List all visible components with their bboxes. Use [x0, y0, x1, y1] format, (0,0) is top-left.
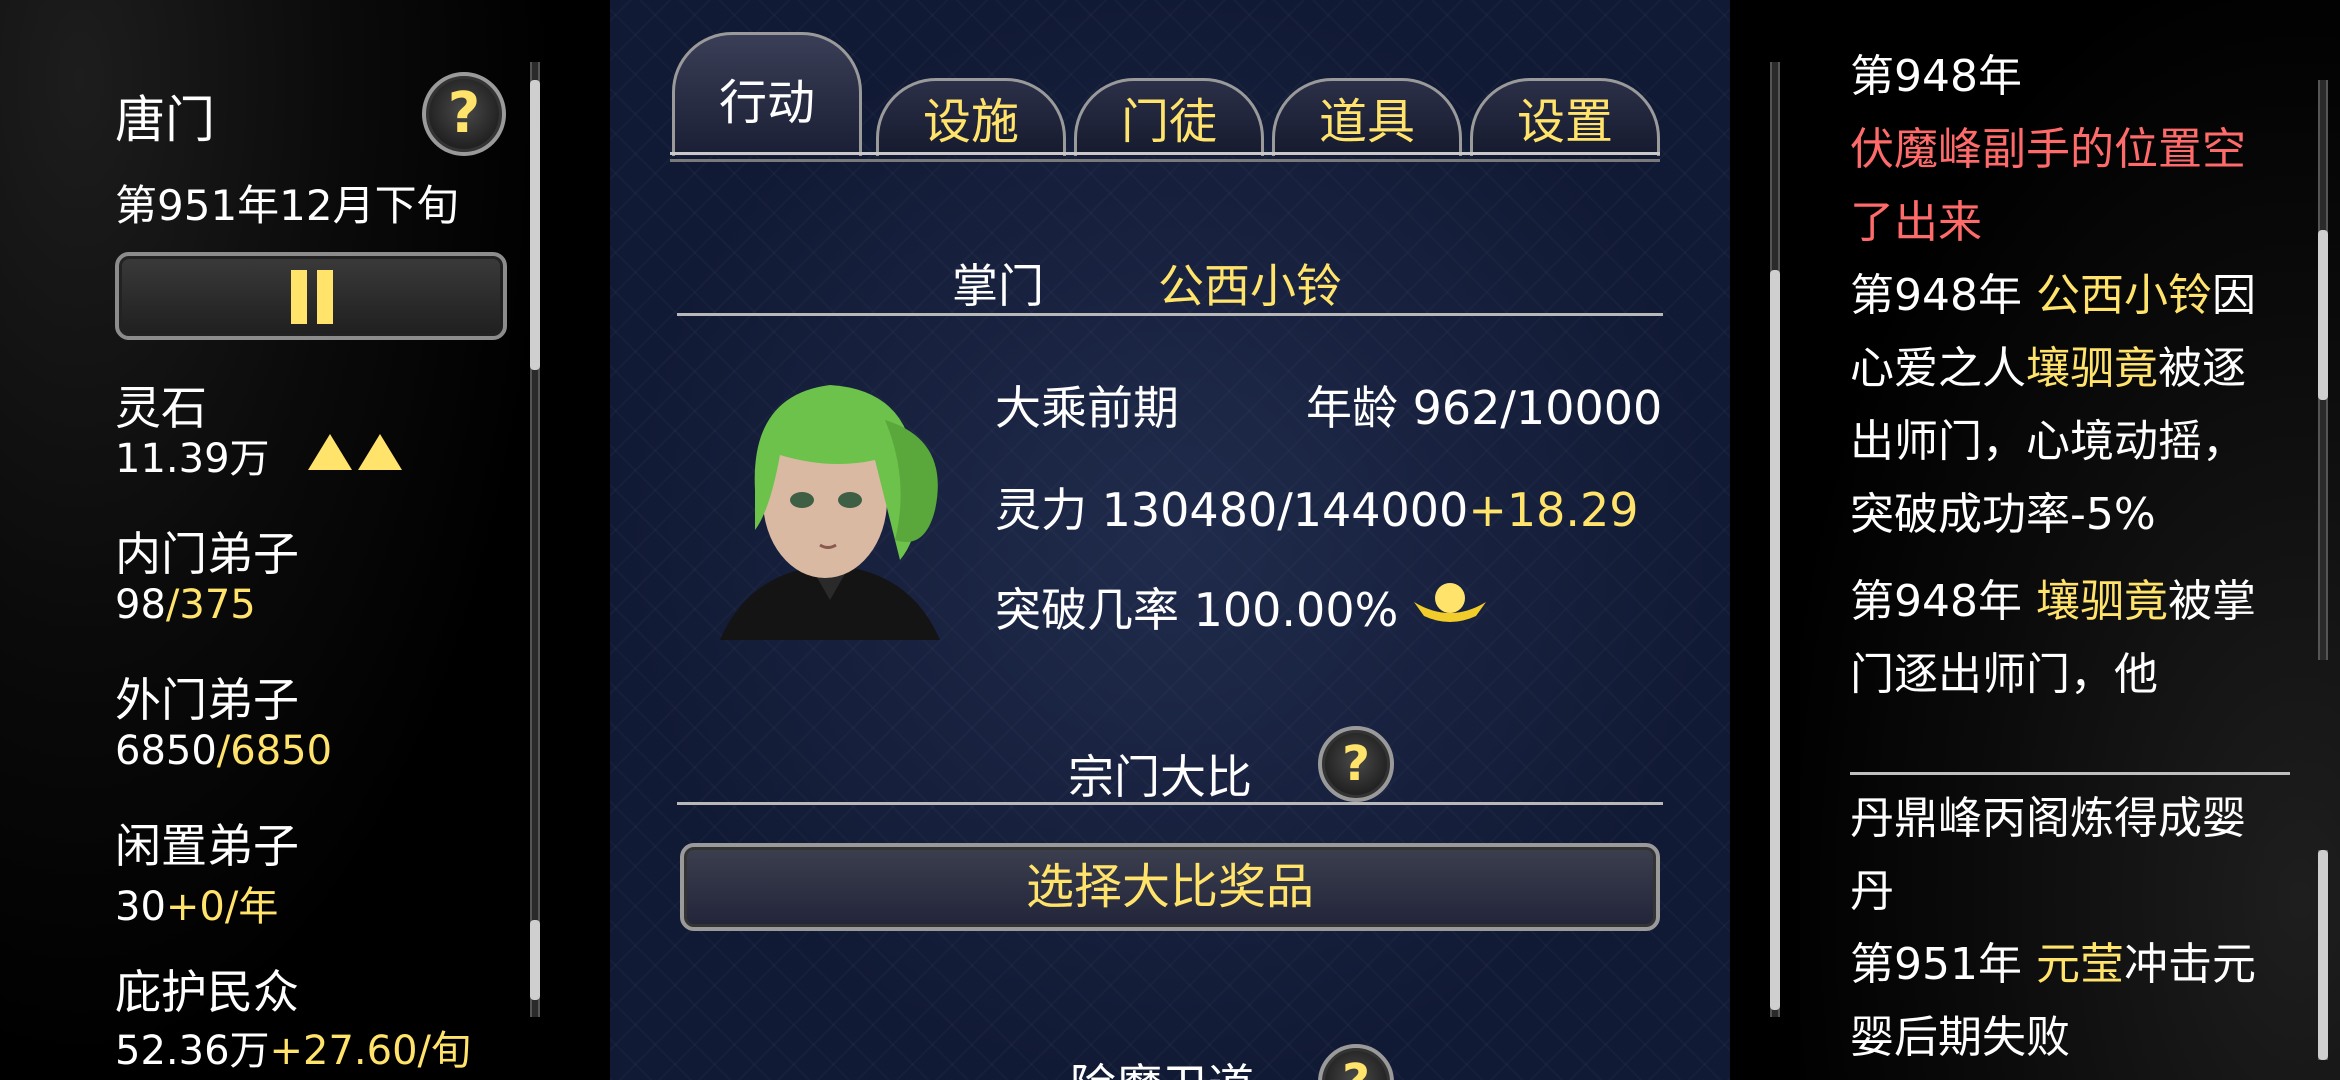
stat-value-idle-disciples: 30+0/年	[115, 884, 279, 930]
leader-portrait[interactable]	[710, 350, 950, 640]
sect-name: 唐门	[115, 91, 215, 149]
leader-title-label: 掌门	[952, 259, 1044, 313]
up-triangle-icon	[302, 434, 403, 482]
stat-value-outer-disciples: 6850/6850	[115, 728, 333, 774]
log-entry: 第951年 元莹冲击元婴后期失败	[1850, 939, 2256, 1063]
log-entry: 第948年 壤驷竟被掌门逐出师门，他	[1850, 576, 2256, 700]
current-date: 第951年12月下旬	[115, 181, 459, 230]
tab-facilities[interactable]: 设施	[876, 78, 1066, 156]
stat-label-idle-disciples: 闲置弟子	[115, 819, 299, 873]
stat-label-protected-people: 庇护民众	[115, 965, 299, 1019]
gold-ingot-icon[interactable]	[1410, 578, 1490, 628]
log-lower-scroll-thumb[interactable]	[2318, 850, 2328, 1060]
log-entry: 伏魔峰副手的位置空了出来	[1850, 124, 2246, 248]
leader-name[interactable]: 公西小铃	[1158, 250, 1342, 316]
sidebar-scroll-thumb-lower[interactable]	[530, 920, 540, 1000]
stat-value-protected-people: 52.36万+27.60/旬	[115, 1028, 472, 1074]
log-entry: 第948年 公西小铃因心爱之人壤驷竟被逐出师门，心境动摇，突破成功率-5%	[1850, 270, 2256, 540]
tab-disciples[interactable]: 门徒	[1074, 78, 1264, 156]
select-prize-button[interactable]: 选择大比奖品	[680, 843, 1660, 931]
tournament-divider	[677, 802, 1663, 805]
log-entry: 丹鼎峰丙阁炼得成婴丹	[1850, 793, 2246, 917]
next-section-title: 除魔卫道	[1070, 1050, 1254, 1080]
sidebar-scroll-thumb[interactable]	[530, 80, 540, 370]
log-upper-scroll-thumb[interactable]	[2318, 230, 2328, 400]
stat-label-outer-disciples: 外门弟子	[115, 673, 299, 727]
tournament-title: 宗门大比	[1068, 750, 1252, 804]
log-entry: 第948年	[1850, 51, 2022, 102]
tab-settings[interactable]: 设置	[1470, 78, 1660, 156]
leader-breakthrough: 突破几率 100.00%	[995, 583, 1399, 637]
tabs-underline	[670, 152, 1660, 162]
pause-button[interactable]	[115, 252, 507, 340]
stat-value-spirit-stones: 11.39万	[115, 426, 403, 484]
question-icon: ?	[447, 81, 481, 146]
event-log-upper[interactable]: 第948年 伏魔峰副手的位置空了出来 第948年 公西小铃因心爱之人壤驷竟被逐出…	[1850, 40, 2280, 740]
center-scroll-thumb[interactable]	[1770, 270, 1780, 1010]
stat-label-inner-disciples: 内门弟子	[115, 527, 299, 581]
leader-age: 年龄 962/10000	[1306, 381, 1663, 435]
sect-help-button[interactable]: ?	[422, 72, 506, 156]
leader-divider	[677, 313, 1663, 316]
event-log-lower[interactable]: 丹鼎峰丙阁炼得成婴丹 第951年 元莹冲击元婴后期失败	[1850, 782, 2280, 1080]
leader-spirit: 灵力 130480/144000+18.29	[995, 483, 1639, 537]
tab-items[interactable]: 道具	[1272, 78, 1462, 156]
tournament-help-button[interactable]: ?	[1318, 726, 1394, 802]
stat-value-inner-disciples: 98/375	[115, 582, 256, 628]
leader-realm: 大乘前期	[995, 381, 1179, 435]
log-separator	[1850, 772, 2290, 775]
tab-action[interactable]: 行动	[672, 32, 862, 156]
